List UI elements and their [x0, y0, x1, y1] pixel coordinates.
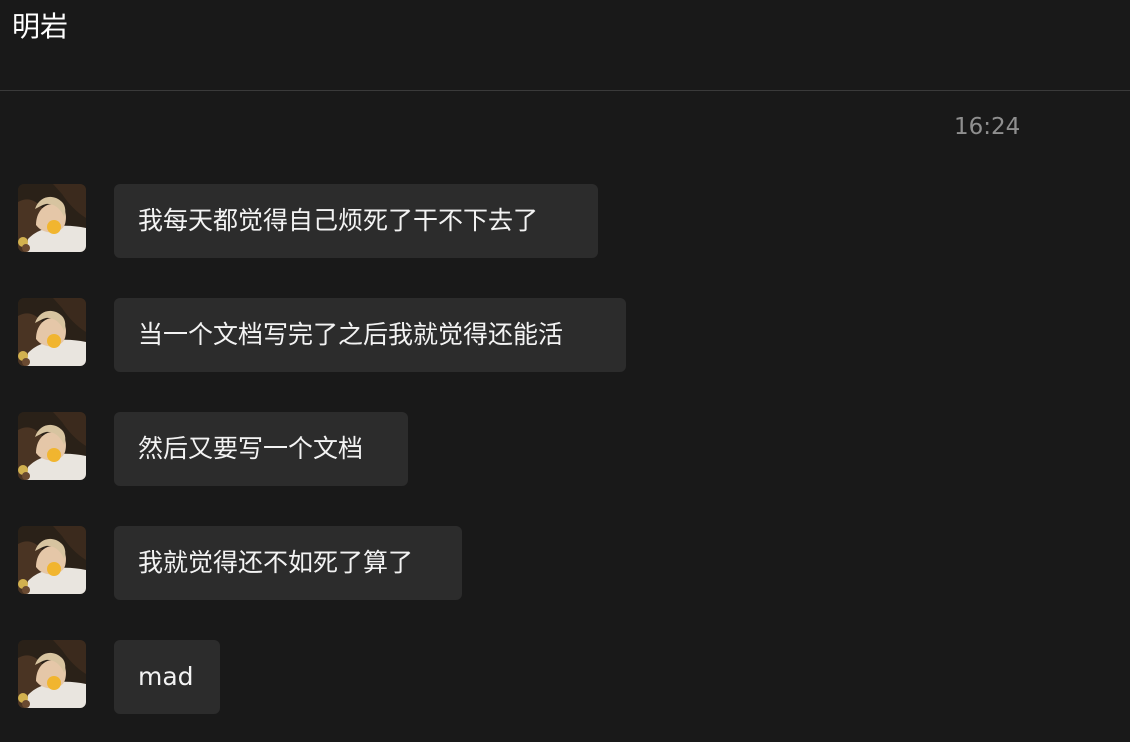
message-timestamp: 16:24: [954, 114, 1021, 140]
message-bubble[interactable]: 然后又要写一个文档: [114, 412, 408, 486]
message-bubble[interactable]: mad: [114, 640, 220, 714]
contact-avatar[interactable]: [18, 526, 86, 594]
contact-name: 明岩: [12, 10, 69, 43]
message-list[interactable]: 16:24 我每天都觉得自己烦死了干不下去了 当一个文档写完了之后我就觉得还能活…: [0, 91, 1130, 742]
message-bubble[interactable]: 我就觉得还不如死了算了: [114, 526, 462, 600]
contact-avatar[interactable]: [18, 298, 86, 366]
chat-header: 明岩: [0, 0, 1130, 91]
message-bubble[interactable]: 当一个文档写完了之后我就觉得还能活: [114, 298, 626, 372]
message-bubble[interactable]: 我每天都觉得自己烦死了干不下去了: [114, 184, 598, 258]
contact-avatar[interactable]: [18, 184, 86, 252]
contact-avatar[interactable]: [18, 412, 86, 480]
contact-avatar[interactable]: [18, 640, 86, 708]
